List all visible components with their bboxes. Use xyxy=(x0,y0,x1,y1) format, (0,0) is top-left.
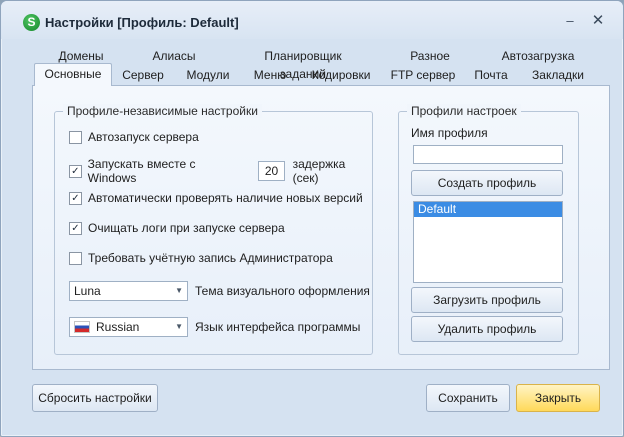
profile-name-input[interactable] xyxy=(413,145,563,164)
delay-input[interactable]: 20 xyxy=(258,161,285,181)
delete-profile-button[interactable]: Удалить профиль xyxy=(411,316,563,342)
russia-flag-icon xyxy=(74,320,90,333)
close-button[interactable]: Закрыть xyxy=(516,384,600,412)
option-clear-logs[interactable]: ✓ Очищать логи при запуске сервера xyxy=(69,221,285,235)
language-value: Russian xyxy=(96,320,140,334)
tab-autoload[interactable]: Автозагрузка xyxy=(496,47,580,65)
profiles-list[interactable]: Default xyxy=(413,201,563,283)
option-start-with-windows[interactable]: ✓ Запускать вместе с Windows 20 задержка… xyxy=(69,157,372,185)
tab-menu[interactable]: Меню xyxy=(250,66,290,84)
dropdown-arrow-icon: ▼ xyxy=(175,322,183,331)
dropdown-arrow-icon: ▼ xyxy=(175,286,183,295)
tab-ftp-server[interactable]: FTP сервер xyxy=(390,66,456,84)
checkbox-checked[interactable]: ✓ xyxy=(69,221,82,235)
tab-bookmarks[interactable]: Закладки xyxy=(527,66,589,84)
tab-content-panel: Профиле-независимые настройки Автозапуск… xyxy=(32,85,610,370)
option-check-updates[interactable]: ✓ Автоматически проверять наличие новых … xyxy=(69,191,363,205)
checkbox-checked[interactable]: ✓ xyxy=(69,191,82,205)
theme-select[interactable]: Luna ▼ xyxy=(69,281,188,301)
checkbox[interactable] xyxy=(69,130,82,144)
tab-general[interactable]: Основные xyxy=(34,63,112,86)
theme-value: Luna xyxy=(74,284,101,298)
settings-window: S Настройки [Профиль: Default] – ✕ Домен… xyxy=(0,0,624,437)
group-title: Профили настроек xyxy=(407,104,521,118)
save-button[interactable]: Сохранить xyxy=(426,384,510,412)
tab-server[interactable]: Сервер xyxy=(118,66,168,84)
tab-encodings[interactable]: Кодировки xyxy=(306,66,376,84)
tab-mail[interactable]: Почта xyxy=(470,66,512,84)
group-title: Профиле-независимые настройки xyxy=(63,104,262,118)
delay-label: задержка (сек) xyxy=(292,157,346,185)
reset-settings-button[interactable]: Сбросить настройки xyxy=(32,384,158,412)
theme-label: Тема визуального оформления xyxy=(195,284,370,298)
load-profile-button[interactable]: Загрузить профиль xyxy=(411,287,563,313)
tab-modules[interactable]: Модули xyxy=(182,66,234,84)
app-logo-icon: S xyxy=(23,14,40,31)
profile-independent-group: Профиле-независимые настройки Автозапуск… xyxy=(54,104,373,355)
checkbox-checked[interactable]: ✓ xyxy=(69,164,82,178)
list-item[interactable]: Default xyxy=(414,202,562,217)
option-label: Требовать учётную запись Администратора xyxy=(88,251,333,265)
profile-name-label: Имя профиля xyxy=(411,126,488,140)
tab-aliases[interactable]: Алиасы xyxy=(148,47,200,65)
option-label: Автоматически проверять наличие новых ве… xyxy=(88,191,363,205)
option-require-admin[interactable]: Требовать учётную запись Администратора xyxy=(69,251,333,265)
minimize-button[interactable]: – xyxy=(561,12,579,30)
window-title: Настройки [Профиль: Default] xyxy=(45,15,239,30)
language-label: Язык интерфейса программы xyxy=(195,320,361,334)
option-label: Автозапуск сервера xyxy=(88,130,199,144)
checkbox[interactable] xyxy=(69,251,82,265)
option-autostart-server[interactable]: Автозапуск сервера xyxy=(69,130,199,144)
tab-scheduler[interactable]: Планировщик заданий xyxy=(241,47,365,81)
tab-misc[interactable]: Разное xyxy=(407,47,453,65)
title-bar: S Настройки [Профиль: Default] – ✕ xyxy=(1,1,623,39)
close-window-button[interactable]: ✕ xyxy=(589,12,607,30)
create-profile-button[interactable]: Создать профиль xyxy=(411,170,563,196)
profiles-group: Профили настроек Имя профиля Создать про… xyxy=(398,104,579,355)
option-label: Очищать логи при запуске сервера xyxy=(88,221,285,235)
option-label: Запускать вместе с Windows xyxy=(87,157,196,185)
language-select[interactable]: Russian ▼ xyxy=(69,317,188,337)
